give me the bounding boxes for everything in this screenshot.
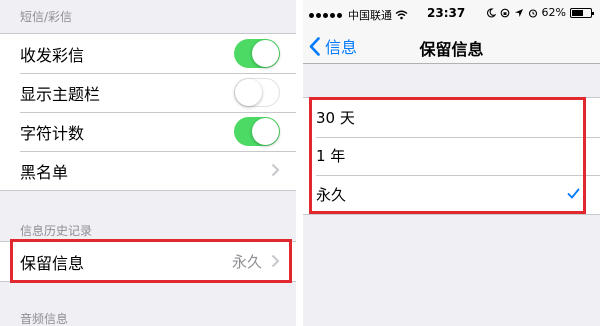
status-icons: 62% [486,6,594,19]
moon-icon [486,7,496,17]
status-time: 23:37 [427,6,466,20]
setting-row-subject[interactable]: 显示主题栏 [0,73,296,112]
char-count-toggle[interactable] [234,117,280,146]
subject-field-toggle[interactable] [234,78,280,107]
alarm-icon [528,8,537,18]
wifi-icon [395,10,408,20]
messages-settings-panel: 短信/彩信 收发彩信 显示主题栏 字符计数 黑名单 信息历史记录 保留信息 永久… [0,0,296,326]
location-arrow-icon [514,8,523,17]
highlight-box [309,97,586,214]
highlight-box [10,239,292,283]
panel-divider [296,0,303,326]
setting-label: 黑名单 [20,162,69,182]
chevron-right-icon [271,163,280,177]
mms-toggle[interactable] [234,39,280,68]
toggle-knob [252,40,279,67]
battery-percent: 62% [541,6,566,19]
setting-label: 字符计数 [20,123,85,143]
carrier-name: 中国联通 [348,9,392,22]
sms-mms-section-header: 短信/彩信 [20,10,73,24]
keep-messages-panel: 中国联通 23:37 62% 信息 保留信息 30 天 1 年 永久 [303,0,600,326]
rotation-lock-icon [500,8,509,17]
toggle-knob [235,79,262,106]
setting-row-char-count[interactable]: 字符计数 [0,112,296,151]
signal-strength-icon [309,12,342,18]
toggle-knob [252,118,279,145]
status-bar: 中国联通 23:37 62% [303,0,600,28]
setting-label: 显示主题栏 [20,84,101,104]
page-title: 保留信息 [419,40,484,59]
battery-icon [570,7,594,18]
carrier-info: 中国联通 [309,7,408,23]
history-section-header: 信息历史记录 [20,224,93,238]
battery-fill [572,9,583,16]
setting-row-blacklist[interactable]: 黑名单 [0,151,296,190]
setting-row-mms[interactable]: 收发彩信 [0,34,296,73]
sms-settings-group: 收发彩信 显示主题栏 字符计数 黑名单 [0,33,296,191]
navigation-bar: 信息 保留信息 [303,28,600,64]
audio-section-header: 音频信息 [20,312,69,326]
setting-label: 收发彩信 [20,45,85,65]
